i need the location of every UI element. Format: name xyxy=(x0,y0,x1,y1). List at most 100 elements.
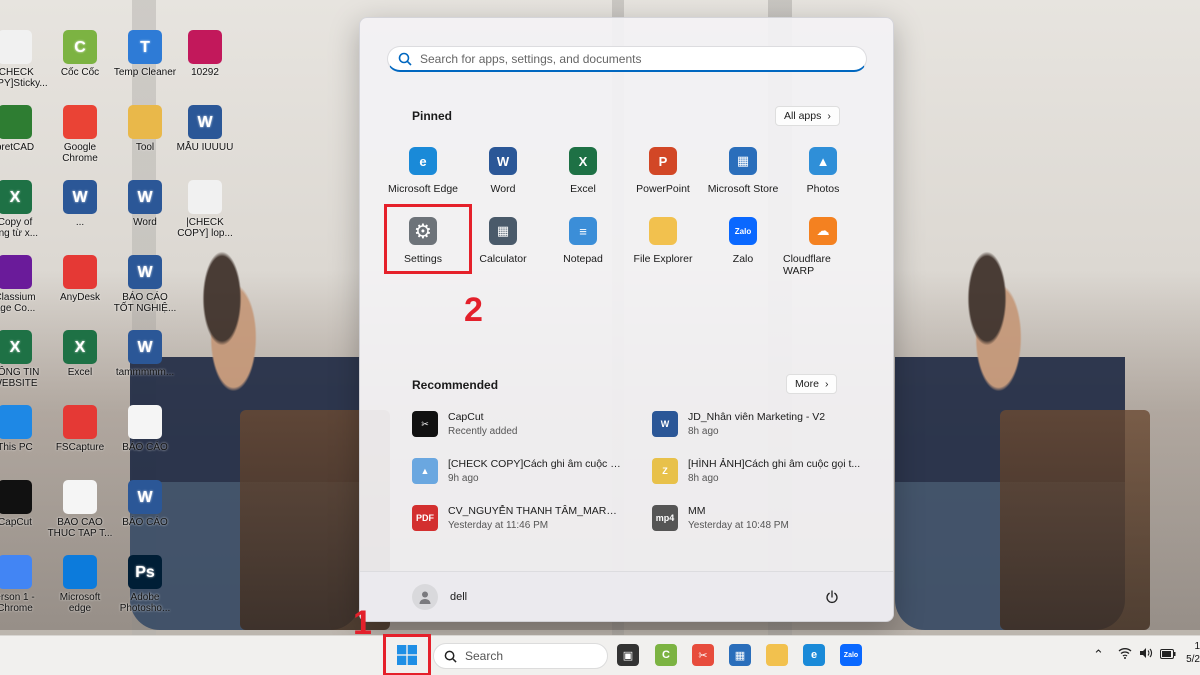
all-apps-button[interactable]: All apps › xyxy=(775,106,840,126)
desktop-icon[interactable]: |CHECK COPY]Sticky... xyxy=(0,30,50,89)
recommended-item[interactable]: PDF CV_NGUYỄN THANH TÂM_MARKET... Yesterda… xyxy=(412,505,652,552)
desktop-app-icon: W xyxy=(128,255,162,289)
recommended-item[interactable]: mp4 MM Yesterday at 10:48 PM xyxy=(652,505,872,552)
desktop-icon-label: Cốc Cốc xyxy=(60,67,100,78)
chevron-right-icon: › xyxy=(824,378,829,390)
pinned-app-photos[interactable]: ▲ Photos xyxy=(783,143,863,213)
calculator-icon: ▦ xyxy=(489,217,517,245)
recommended-list: ✂ CapCut Recently added W JD_Nhân viên Marke… xyxy=(412,411,872,552)
desktop-icon-label: BAO CAO THUC TAP T... xyxy=(47,517,113,539)
desktop-app-icon xyxy=(0,255,32,289)
desktop-icon-label: AnyDesk xyxy=(59,292,100,303)
desktop-icon[interactable]: erson 1 - Chrome xyxy=(0,555,50,614)
desktop-icon[interactable]: Classium age Co... xyxy=(0,255,50,314)
desktop-icon[interactable]: CapCut xyxy=(0,480,50,528)
desktop-icon-label: Classium age Co... xyxy=(0,292,36,314)
desktop-app-icon: C xyxy=(63,30,97,64)
recommended-item[interactable]: Z [HÌNH ẢNH]Cách ghi âm cuộc gọi t... 8h a… xyxy=(652,458,872,505)
recommended-item[interactable]: W JD_Nhân viên Marketing - V2 8h ago xyxy=(652,411,872,458)
chevron-up-icon[interactable]: ⌃ xyxy=(1093,647,1104,663)
desktop-app-icon: Ps xyxy=(128,555,162,589)
volume-icon[interactable] xyxy=(1139,647,1153,662)
taskbar-search-label: Search xyxy=(465,649,504,663)
task-view-icon[interactable]: ▣ xyxy=(617,644,639,666)
store-icon[interactable]: ▦ xyxy=(729,644,751,666)
desktop-icon-label: This PC xyxy=(0,442,33,453)
desktop-icon[interactable]: W BÁO CÁO TỐT NGHIỆ... xyxy=(110,255,180,314)
zalo-icon[interactable]: Zalo xyxy=(840,644,862,666)
desktop-app-icon xyxy=(0,480,32,514)
desktop-icon[interactable]: FSCapture xyxy=(45,405,115,453)
snipping-icon[interactable]: ✂ xyxy=(692,644,714,666)
desktop-icon[interactable]: W... xyxy=(45,180,115,228)
desktop-icon[interactable]: Ps Adobe Photosho... xyxy=(110,555,180,614)
step-number-2: 2 xyxy=(464,291,483,329)
folder-icon xyxy=(649,217,677,245)
desktop-app-icon xyxy=(63,105,97,139)
desktop-icon[interactable]: Microsoft edge xyxy=(45,555,115,614)
power-button[interactable] xyxy=(821,586,843,608)
desktop-app-icon xyxy=(188,180,222,214)
recommended-item-name: MM xyxy=(688,505,706,517)
recommended-item-time: Recently added xyxy=(448,426,518,437)
mp4-file-icon: mp4 xyxy=(652,505,678,531)
desktop-app-icon xyxy=(63,405,97,439)
pinned-app-cloudflare[interactable]: ☁ Cloudflare WARP xyxy=(783,213,863,283)
pinned-app-label: Zalo xyxy=(732,253,754,265)
pinned-app-zalo[interactable]: Zalo Zalo xyxy=(703,213,783,283)
notepad-icon: ≡ xyxy=(569,217,597,245)
desktop-icon[interactable]: W BÁO CÁO xyxy=(110,480,180,528)
desktop-icon[interactable]: Wtammmmm... xyxy=(110,330,180,378)
desktop-icon-label: |CHECK COPY]Sticky... xyxy=(0,67,48,89)
pinned-app-store[interactable]: ▦ Microsoft Store xyxy=(703,143,783,213)
desktop-icon[interactable]: X Copy of ứng từ x... xyxy=(0,180,50,239)
taskbar-search[interactable]: Search xyxy=(433,643,608,669)
powerpoint-icon: P xyxy=(649,147,677,175)
excel-icon: X xyxy=(569,147,597,175)
desktop-icon[interactable]: BAO CAO THUC TAP T... xyxy=(45,480,115,539)
start-search-input[interactable] xyxy=(420,51,866,66)
system-clock[interactable]: 1 5/2 xyxy=(1186,640,1200,666)
desktop-app-icon xyxy=(63,555,97,589)
desktop-icon[interactable]: BÁO CÁO xyxy=(110,405,180,453)
desktop-icon[interactable]: bretCAD xyxy=(0,105,50,153)
pinned-app-excel[interactable]: X Excel xyxy=(543,143,623,213)
pinned-app-notepad[interactable]: ≡ Notepad xyxy=(543,213,623,283)
word-icon: W xyxy=(489,147,517,175)
desktop-icon[interactable]: X Excel xyxy=(45,330,115,378)
edge-icon[interactable]: e xyxy=(803,644,825,666)
desktop-icon[interactable]: X HÔNG TIN WEBSITE xyxy=(0,330,50,389)
user-account-button[interactable]: dell xyxy=(412,584,467,610)
start-button[interactable] xyxy=(383,634,431,675)
pinned-app-edge[interactable]: e Microsoft Edge xyxy=(383,143,463,213)
desktop-icon[interactable]: W MẪU IUUUU xyxy=(170,105,240,153)
recommended-item[interactable]: ▲ [CHECK COPY]Cách ghi âm cuộc g... 9h ago xyxy=(412,458,652,505)
desktop-icon[interactable]: Google Chrome xyxy=(45,105,115,164)
start-menu: Pinned All apps › e Microsoft Edge W Word XE… xyxy=(359,17,894,622)
desktop-icon[interactable]: 10292 xyxy=(170,30,240,78)
desktop-icon[interactable]: |CHECK COPY] lop... xyxy=(170,180,240,239)
desktop-icon[interactable]: This PC xyxy=(0,405,50,453)
all-apps-label: All apps xyxy=(784,110,822,122)
pinned-app-calculator[interactable]: ▦ Calculator xyxy=(463,213,543,283)
desktop-app-icon: W xyxy=(128,330,162,364)
coccoc-icon[interactable]: C xyxy=(655,644,677,666)
battery-icon[interactable] xyxy=(1160,647,1176,662)
folder-icon[interactable] xyxy=(766,644,788,666)
capcut-icon: ✂ xyxy=(412,411,438,437)
pinned-app-label: PowerPoint xyxy=(636,183,690,195)
clock-time: 1 xyxy=(1194,641,1200,652)
desktop-icon[interactable]: AnyDesk xyxy=(45,255,115,303)
desktop-icon-label: BÁO CÁO TỐT NGHIỆ... xyxy=(113,292,177,314)
desktop-icon[interactable]: C Cốc Cốc xyxy=(45,30,115,78)
pinned-app-powerpoint[interactable]: P PowerPoint xyxy=(623,143,703,213)
pinned-app-folder[interactable]: File Explorer xyxy=(623,213,703,283)
recommended-item[interactable]: ✂ CapCut Recently added xyxy=(412,411,652,458)
search-icon xyxy=(398,52,412,66)
desktop-app-icon: T xyxy=(128,30,162,64)
pinned-app-word[interactable]: W Word xyxy=(463,143,543,213)
start-search-box[interactable] xyxy=(387,46,867,72)
recommended-title: Recommended xyxy=(412,378,499,392)
more-button[interactable]: More › xyxy=(786,374,838,394)
wifi-icon[interactable] xyxy=(1118,647,1132,662)
